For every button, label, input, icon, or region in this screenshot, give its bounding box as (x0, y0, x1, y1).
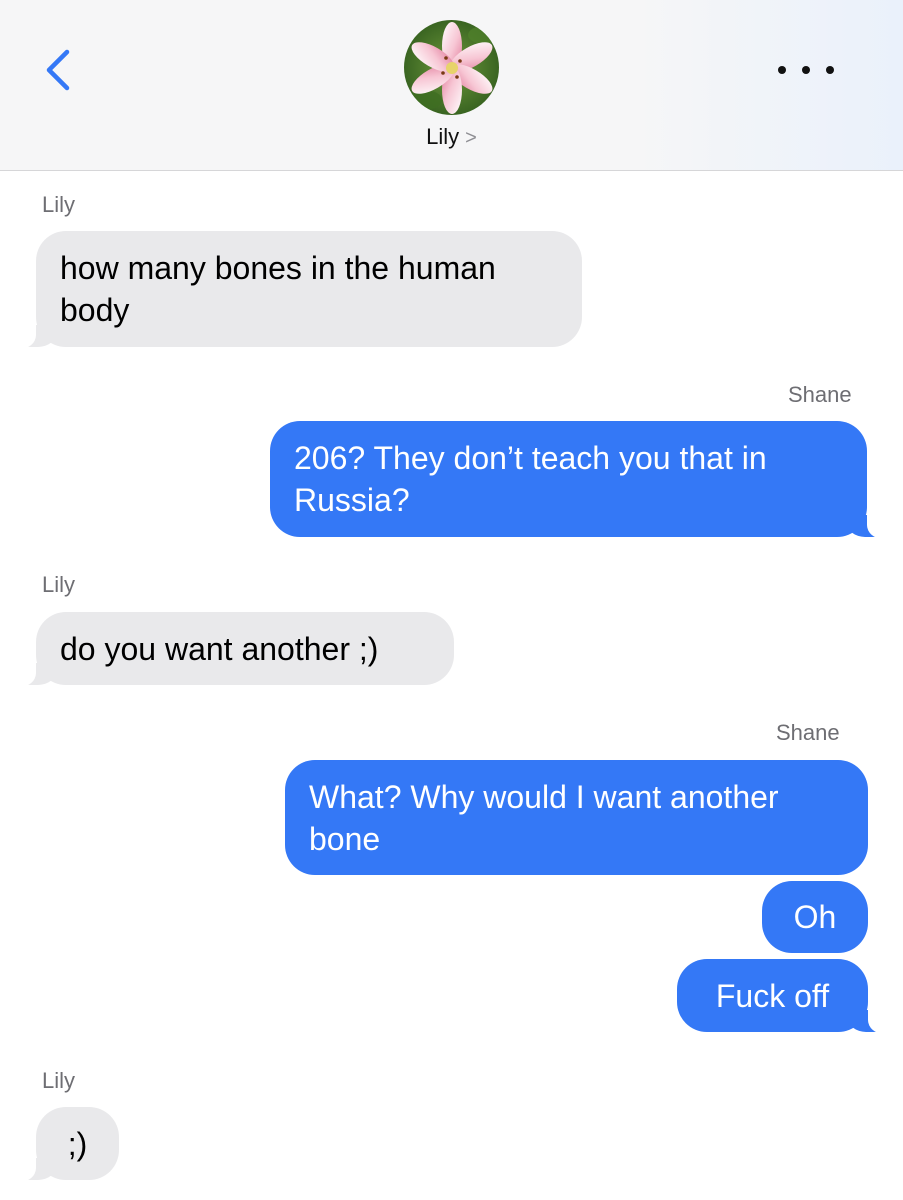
message-bubble-outgoing[interactable]: Fuck off (677, 959, 894, 1034)
message-bubble-incoming[interactable]: ;) (10, 1107, 119, 1182)
more-options-button[interactable] (778, 52, 834, 88)
message-bubble-outgoing[interactable]: Oh (762, 881, 868, 953)
message-bubble-outgoing[interactable]: 206? They don’t teach you that in Russia… (270, 421, 893, 539)
back-button[interactable] (40, 48, 76, 92)
ellipsis-icon (778, 66, 786, 74)
message-text: do you want another ;) (60, 630, 379, 667)
contact-name: Lily (426, 124, 460, 149)
contact-avatar[interactable] (404, 20, 499, 115)
message-bubble-incoming[interactable]: how many bones in the human body (10, 231, 582, 349)
message-text: 206? They don’t teach you that in Russia… (294, 440, 767, 518)
lily-flower-photo (404, 20, 499, 115)
sender-label: Shane (776, 720, 840, 745)
message-bubble-outgoing[interactable]: What? Why would I want another bone (285, 760, 868, 875)
ellipsis-icon (826, 66, 834, 74)
chevron-left-icon (46, 49, 70, 91)
message-text: Fuck off (715, 977, 830, 1014)
message-text: What? Why would I want another bone (309, 778, 779, 857)
message-text: ;) (67, 1125, 88, 1162)
sender-label: Shane (788, 382, 852, 407)
message-text: how many bones in the human body (60, 250, 496, 328)
sender-label: Lily (42, 1068, 76, 1093)
ellipsis-icon (802, 66, 810, 74)
conversation-header: Lily > (0, 0, 903, 171)
sender-label: Lily (42, 192, 76, 217)
chevron-right-icon: > (465, 127, 477, 149)
message-bubble-incoming[interactable]: do you want another ;) (10, 612, 454, 687)
sender-label: Lily (42, 572, 76, 597)
contact-name-button[interactable]: Lily > (0, 124, 903, 150)
message-text: Oh (793, 899, 837, 935)
